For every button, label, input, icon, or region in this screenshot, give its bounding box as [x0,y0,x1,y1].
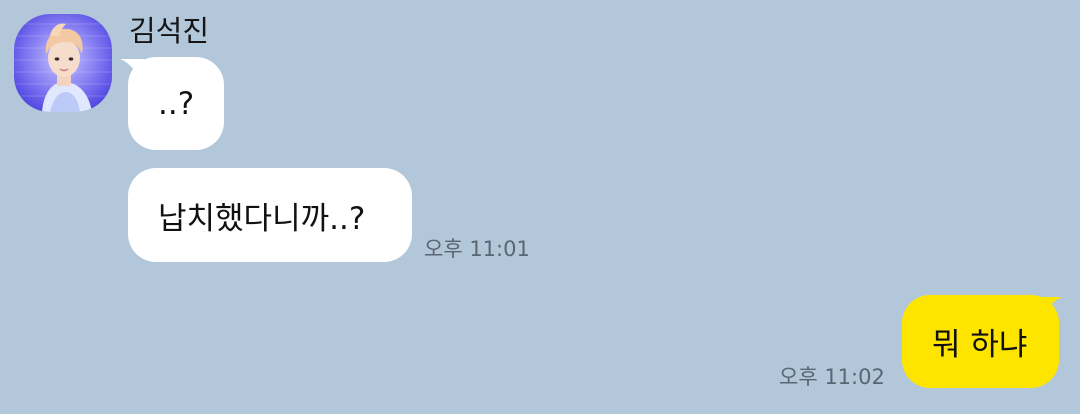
message-text: 납치했다니까..? [158,200,366,237]
contact-avatar[interactable] [14,14,112,112]
message-text: ..? [158,85,195,122]
outgoing-message-bubble[interactable]: 뭐 하냐 [902,295,1059,388]
message-text: 뭐 하냐 [932,327,1028,363]
sender-name: 김석진 [129,14,210,48]
incoming-message-bubble[interactable]: ..? [128,57,224,150]
avatar-photo [14,14,112,112]
incoming-message-bubble[interactable]: 납치했다니까..? [128,168,412,262]
message-timestamp: 오후 11:01 [424,237,530,261]
message-timestamp: 오후 11:02 [779,365,885,389]
